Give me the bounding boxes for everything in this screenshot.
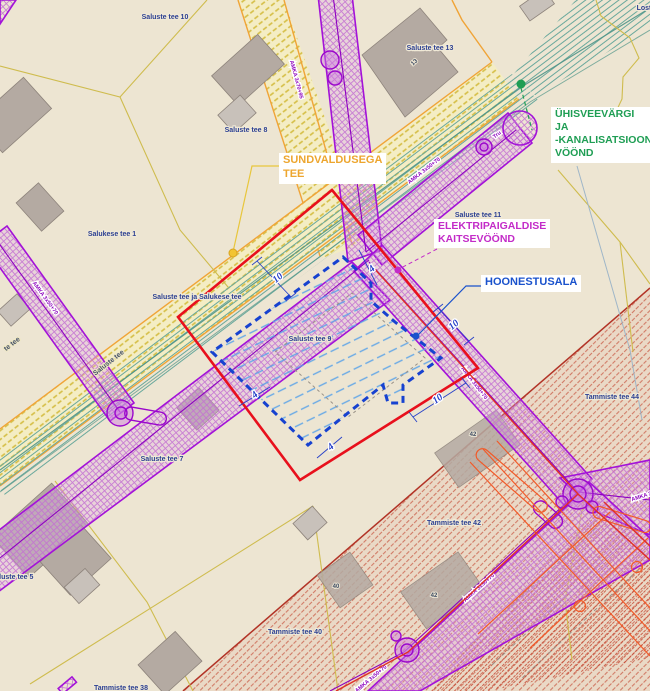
callout-uhisveevargi-voond: ÜHISVEEVÄRGI JA -KANALISATSIOONI VÖÖND	[551, 107, 650, 163]
leader-dot-magenta	[395, 267, 402, 274]
parcel-label: Saluste tee 10	[142, 14, 189, 21]
leader-dot-green	[517, 80, 526, 89]
building-number: 42	[470, 432, 477, 438]
parcel-label: Tammiste tee 44	[585, 394, 639, 401]
callout-line: ELEKTRIPAIGALDISE	[438, 220, 546, 233]
callout-line: KAITSEVÖÖND	[438, 233, 546, 246]
callout-line: JA	[555, 121, 650, 134]
parcel-label: Saluste tee 11	[455, 212, 501, 219]
parcel-label: Saluste tee 8	[225, 127, 268, 134]
callout-line: SUNDVALDUSEGA	[283, 154, 382, 168]
parcel-label: Tammiste tee 40	[268, 629, 322, 636]
callout-sundvaldusega-tee: SUNDVALDUSEGA TEE	[279, 153, 386, 184]
parcel-label: Saluste tee 9	[289, 336, 332, 343]
callout-line: HOONESTUSALA	[485, 276, 577, 290]
parcel-label: Saluste tee 7	[141, 456, 184, 463]
parcel-label: Tammiste tee 38	[94, 685, 148, 691]
parcel-label: Saluste tee 5	[0, 574, 34, 581]
callout-elektripaigaldise-kaitsevoond: ELEKTRIPAIGALDISE KAITSEVÖÖND	[434, 219, 550, 248]
leader-dot-yellow	[229, 249, 237, 257]
parcel-label: Tammiste tee 42	[427, 520, 481, 527]
planning-map: AMKA 3x70+95 AMKA 3x50+70 AMKA 3x50+70 A…	[0, 0, 650, 691]
building-number: 40	[333, 584, 340, 590]
callout-line: TEE	[283, 168, 382, 182]
callout-line: -KANALISATSIOONI	[555, 134, 650, 147]
callout-hoonestusala: HOONESTUSALA	[481, 275, 581, 292]
parcel-label: Lost	[637, 5, 650, 12]
parcel-label: Salukese tee 1	[88, 231, 136, 238]
parcel-label: Saluste tee 13	[407, 45, 454, 52]
leader-dot-blue	[413, 333, 420, 340]
map-canvas[interactable]: AMKA 3x70+95 AMKA 3x50+70 AMKA 3x50+70 A…	[0, 0, 650, 691]
callout-line: ÜHISVEEVÄRGI	[555, 108, 650, 121]
building-number: 42	[431, 593, 438, 599]
parcel-label: Saluste tee ja Salukese tee	[152, 294, 241, 301]
callout-line: VÖÖND	[555, 147, 650, 160]
